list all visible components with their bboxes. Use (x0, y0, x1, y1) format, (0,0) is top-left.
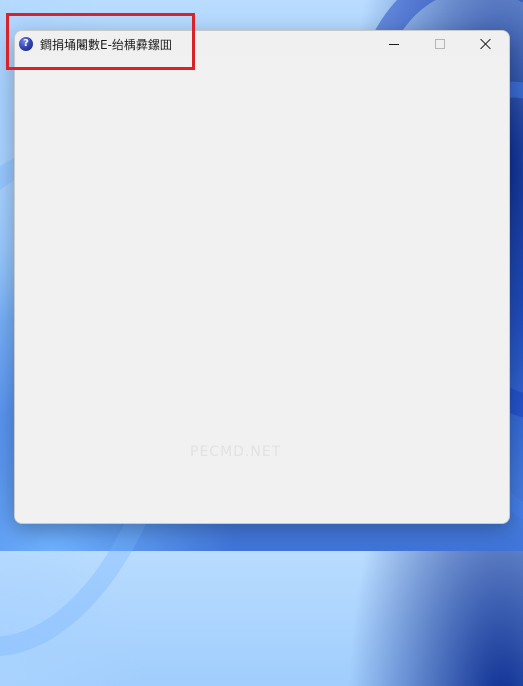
minimize-icon (389, 43, 399, 45)
minimize-button[interactable] (371, 31, 417, 57)
close-button[interactable] (463, 31, 509, 57)
maximize-icon (435, 39, 445, 49)
close-icon (480, 38, 492, 50)
maximize-button[interactable] (417, 31, 463, 57)
watermark: PECMD.NET (190, 444, 282, 460)
highlight-box (6, 13, 195, 70)
caption-buttons (371, 31, 509, 57)
